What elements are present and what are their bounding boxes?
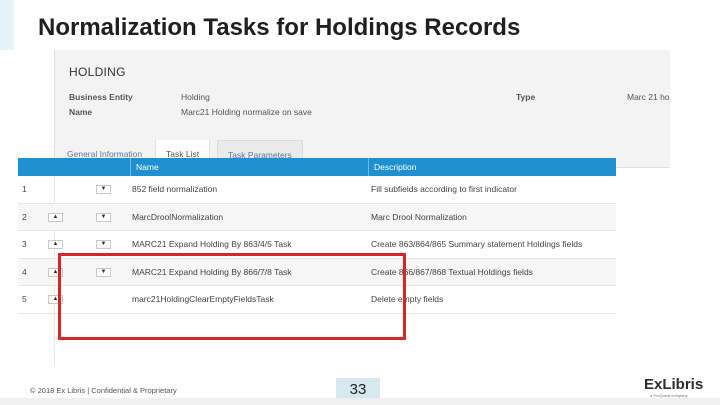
row-number: 4 (22, 266, 27, 277)
table-header: Name Description (18, 158, 616, 176)
task-name: MarcDroolNormalization (132, 211, 224, 222)
column-divider (130, 158, 131, 176)
holding-header: HOLDING Business Entity Holding Name Mar… (55, 50, 670, 140)
column-header-description: Description (374, 162, 417, 172)
move-up-icon[interactable]: ▲ (48, 212, 63, 222)
logo-wordmark: ExLibris (644, 376, 704, 393)
column-header-name: Name (136, 162, 159, 172)
task-name: 852 field normalization (132, 184, 218, 194)
footer-copyright: © 2018 Ex Libris | Confidential & Propri… (30, 386, 177, 395)
table-row[interactable]: 2 ▲ ▼ MarcDroolNormalization Marc Drool Norm… (18, 203, 616, 231)
move-up-icon[interactable]: ▲ (48, 240, 63, 249)
row-number: 1 (22, 184, 27, 194)
footer-strip (0, 398, 720, 405)
move-down-icon[interactable]: ▼ (96, 240, 111, 249)
name-value: Marc21 Holding normalize on save (181, 107, 312, 117)
name-label: Name (69, 107, 93, 117)
task-description: Marc Drool Normalization (371, 211, 467, 222)
type-value: Marc 21 ho (627, 92, 670, 102)
row-number: 2 (22, 211, 27, 222)
task-description: Fill subfields according to first indica… (371, 184, 517, 194)
exlibris-logo: ExLibris a ProQuest company (640, 376, 704, 398)
move-down-icon[interactable]: ▼ (96, 212, 111, 222)
column-divider (368, 158, 369, 176)
business-entity-label: Business Entity (69, 92, 133, 102)
type-label: Type (516, 92, 536, 102)
row-number: 5 (22, 294, 27, 304)
logo-tagline: a ProQuest company (650, 393, 688, 398)
business-entity-value: Holding (181, 92, 210, 102)
slide-title: Normalization Tasks for Holdings Records (38, 14, 521, 41)
row-number: 3 (22, 239, 27, 249)
section-title: HOLDING (69, 65, 126, 79)
move-down-icon[interactable]: ▼ (96, 185, 111, 194)
title-accent-bar (0, 0, 14, 50)
highlight-box (58, 253, 406, 340)
table-row[interactable]: 1 ▼ 852 field normalization Fill subfields … (18, 176, 616, 204)
